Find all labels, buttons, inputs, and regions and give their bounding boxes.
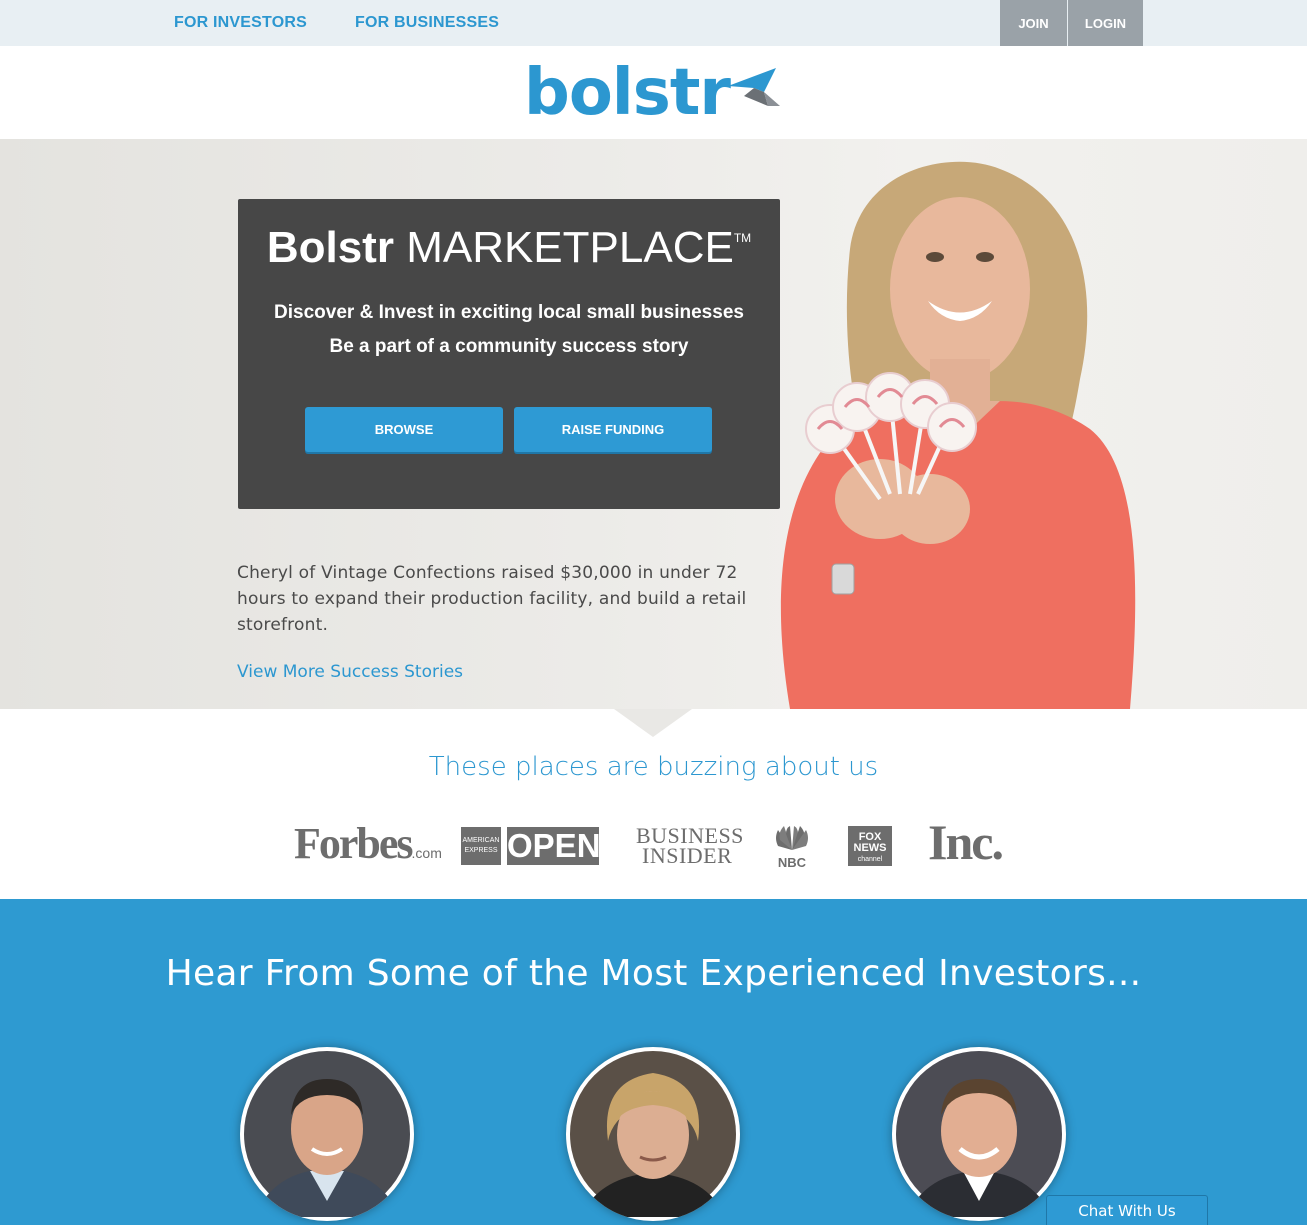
section-pointer [614,709,692,737]
forbes-text: Forbes [294,819,414,868]
fox-line-3: channel [857,856,883,863]
investor-avatar-2[interactable] [566,1047,740,1221]
forbes-logo: Forbes.com [294,820,442,870]
amex-logo: AMERICAN EXPRESS [461,827,501,865]
bi-line-2: INSIDER [642,843,733,868]
raise-funding-button[interactable]: RAISE FUNDING [514,407,712,452]
business-insider-logo: BUSINESS INSIDER [636,825,744,876]
hero-section: Bolstr MARKETPLACETM Discover & Invest i… [0,139,1307,709]
join-button[interactable]: JOIN [1000,0,1067,46]
browse-button[interactable]: BROWSE [305,407,503,452]
investor-avatar-1[interactable] [240,1047,414,1221]
view-more-stories-link[interactable]: View More Success Stories [237,662,463,682]
login-button[interactable]: LOGIN [1068,0,1143,46]
trademark: TM [733,231,752,245]
inc-logo: Inc. [928,814,1004,870]
fox-news-logo: FOX NEWS channel [848,826,892,866]
panel-title: Bolstr MARKETPLACETM [238,223,780,273]
nav-for-investors-link[interactable]: FOR INVESTORS [174,14,307,32]
title-bold: Bolstr [266,223,394,272]
marketplace-panel: Bolstr MARKETPLACETM Discover & Invest i… [238,199,780,509]
nbc-peacock-icon: NBC [776,826,808,868]
open-logo: OPEN [507,827,601,865]
top-nav: FOR INVESTORS FOR BUSINESSES JOIN LOGIN [0,0,1307,46]
hero-photo [780,161,1136,709]
forbes-suffix: .com [411,845,442,861]
hero-line-1: Discover & Invest in exciting local smal… [274,302,744,323]
investors-section: Hear From Some of the Most Experienced I… [0,899,1307,1225]
hero-line-2: Be a part of a community success story [329,336,689,357]
success-story-text: Cheryl of Vintage Confections raised $30… [237,563,747,635]
nav-for-businesses-link[interactable]: FOR BUSINESSES [355,14,499,32]
bolstr-logo[interactable]: bolstr [524,50,731,136]
title-light: MARKETPLACE [406,223,734,272]
chat-with-us-button[interactable]: Chat With Us [1046,1195,1208,1225]
investor-photo-1 [244,1051,410,1217]
investor-photo-2 [570,1051,736,1217]
investor-avatar-3[interactable] [892,1047,1066,1221]
fox-line-2: NEWS [853,842,887,854]
press-heading: These places are buzzing about us [428,752,879,782]
logo-header: bolstr [0,46,1307,139]
investors-heading: Hear From Some of the Most Experienced I… [165,953,1142,994]
bolstr-bird-icon [728,68,780,106]
nbc-text: NBC [778,855,807,868]
investor-photo-3 [896,1051,1062,1217]
